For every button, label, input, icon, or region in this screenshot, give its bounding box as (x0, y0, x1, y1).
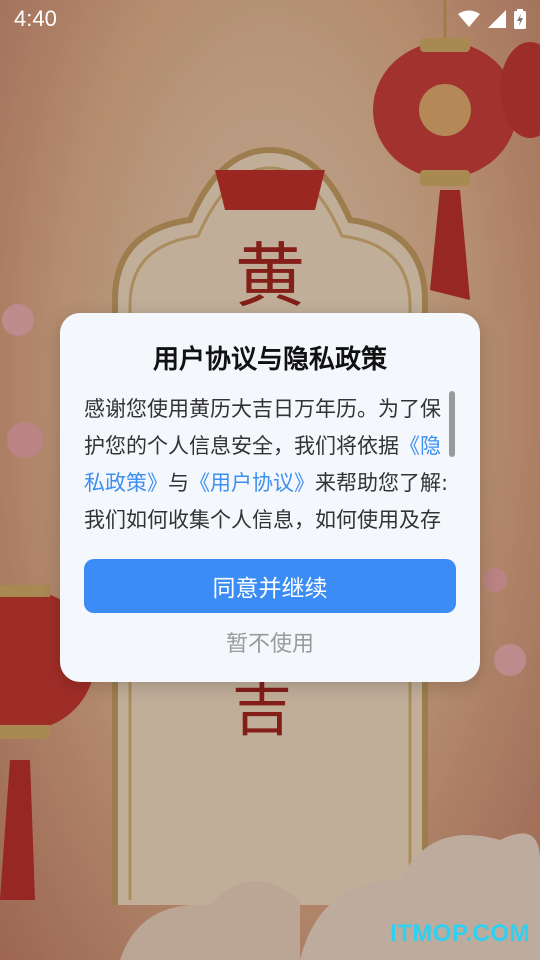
user-agreement-link[interactable]: 《用户协议》 (189, 471, 315, 495)
body-scrollbar[interactable] (449, 391, 455, 457)
battery-charging-icon (514, 9, 526, 29)
wifi-icon (458, 10, 480, 27)
decline-button[interactable]: 暂不使用 (60, 625, 480, 665)
dialog-body-text[interactable]: 感谢您使用黄历大吉日万年历。为了保护您的个人信息安全，我们将依据《隐私政策》与《… (84, 391, 454, 541)
body-text-intro: 感谢您使用黄历大吉日万年历。为了保护您的个人信息安全，我们将依据 (84, 397, 441, 458)
signal-icon (488, 10, 506, 28)
dialog-title: 用户协议与隐私政策 (152, 345, 387, 375)
watermark: ITMOP.COM (389, 920, 530, 947)
status-icons (458, 9, 526, 29)
status-time: 4:40 (14, 6, 57, 31)
body-text-and: 与 (168, 471, 189, 495)
agree-continue-button[interactable]: 同意并继续 (84, 559, 456, 613)
privacy-dialog: 用户协议与隐私政策 感谢您使用黄历大吉日万年历。为了保护您的个人信息安全，我们将… (60, 313, 480, 682)
status-bar: 4:40 (0, 0, 540, 38)
